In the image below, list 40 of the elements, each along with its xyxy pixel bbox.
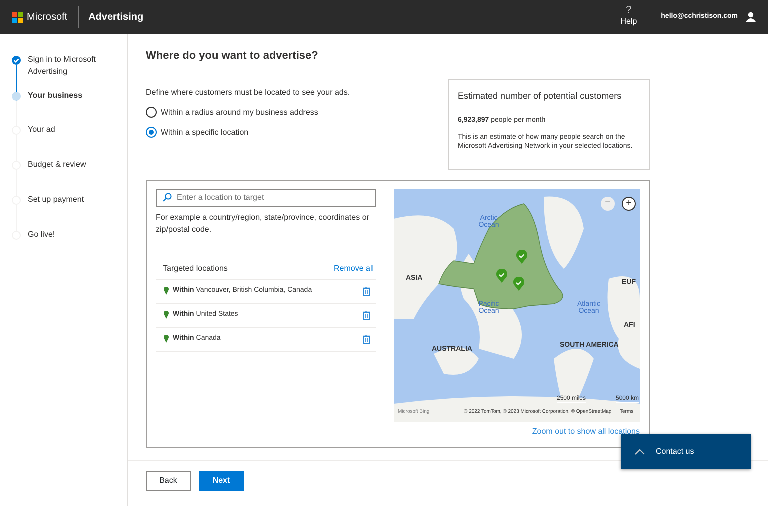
radio-label: Within a radius around my business address (161, 106, 318, 118)
zoom-in-button[interactable]: + (622, 196, 636, 210)
step-label[interactable]: Your ad (28, 124, 56, 159)
location-pin-icon (164, 311, 169, 319)
radio-button[interactable] (146, 127, 157, 138)
search-hint: For example a country/region, state/province, coordinates or zip/postal code. (156, 212, 370, 236)
search-icon (163, 192, 172, 202)
instruction-text: Define where customers must be located to see your ads. (146, 86, 352, 98)
page-title: Where do you want to advertise? (146, 49, 320, 64)
contact-us-button[interactable]: Contact us (621, 434, 751, 469)
help-label: Help (620, 16, 638, 28)
step-label[interactable]: Budget & review (28, 159, 86, 194)
check-pin-icon (516, 250, 528, 264)
search-field[interactable]: Enter a location to target (156, 188, 376, 206)
windows-logo-icon (12, 12, 23, 22)
radio-label: Within a specific location (161, 126, 249, 138)
help-button[interactable]: ? Help (620, 6, 638, 28)
check-pin-icon (496, 268, 508, 282)
trash-icon[interactable] (363, 286, 370, 296)
remove-all-link[interactable]: Remove all (334, 262, 374, 274)
location-pin-icon (164, 335, 169, 343)
next-button[interactable]: Next (199, 470, 244, 490)
step-label[interactable]: Go live! (28, 229, 56, 249)
contact-label: Contact us (656, 446, 694, 458)
brand-name: Microsoft (27, 10, 68, 24)
targeted-title: Targeted locations (163, 262, 228, 274)
product-name: Advertising (88, 10, 144, 24)
step-label[interactable]: Your business (28, 90, 83, 124)
radio-button[interactable] (146, 107, 157, 118)
back-button[interactable]: Back (146, 470, 191, 490)
trash-icon[interactable] (363, 310, 370, 320)
check-pin-icon (513, 276, 525, 290)
trash-icon[interactable] (363, 334, 370, 344)
estimate-title: Estimated number of potential customers (458, 90, 623, 103)
help-icon: ? (626, 6, 632, 16)
chevron-up-icon (635, 448, 645, 454)
step-label[interactable]: Sign in to Microsoft Advertising (28, 54, 127, 90)
step-label[interactable]: Set up payment (28, 194, 84, 229)
location-pin-icon (164, 287, 169, 295)
user-icon[interactable] (746, 12, 756, 22)
